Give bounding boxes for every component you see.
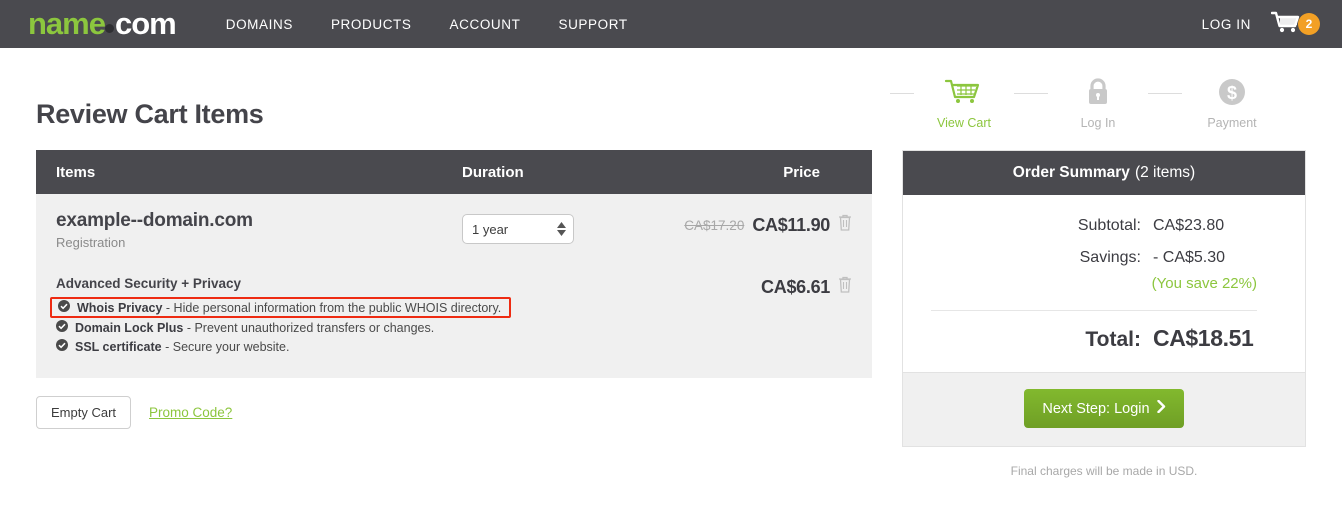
cart-step-icon bbox=[914, 74, 1014, 110]
step-log-in[interactable]: Log In bbox=[1048, 74, 1148, 130]
promo-code-link[interactable]: Promo Code? bbox=[149, 405, 232, 420]
order-summary-footer: Next Step: Login bbox=[903, 372, 1305, 446]
summary-divider bbox=[931, 310, 1257, 311]
domain-name: example--domain.com bbox=[56, 210, 253, 231]
total-row: Total: CA$18.51 bbox=[923, 325, 1257, 352]
domain-price: CA$11.90 bbox=[752, 214, 830, 235]
cart-row-domain: example--domain.com Registration 1 year bbox=[56, 210, 852, 250]
site-logo[interactable]: name com bbox=[28, 6, 177, 42]
main-content: Items Duration Price example--domain.com… bbox=[0, 130, 1342, 478]
nav-link-domains[interactable]: DOMAINS bbox=[226, 17, 293, 32]
dollar-step-icon: $ bbox=[1182, 74, 1282, 110]
cart-column: Items Duration Price example--domain.com… bbox=[36, 150, 872, 478]
logo-com-text: com bbox=[114, 6, 177, 41]
feature-desc: - Hide personal information from the pub… bbox=[162, 300, 502, 315]
feature-desc: - Secure your website. bbox=[161, 339, 290, 354]
step-connector-1 bbox=[1014, 93, 1048, 94]
nav-right-group: LOG IN 2 bbox=[1202, 10, 1320, 39]
checkout-progress-steps: View Cart Log In $ Payment bbox=[890, 74, 1282, 130]
order-summary-item-count: (2 items) bbox=[1134, 164, 1196, 181]
step-label-view-cart: View Cart bbox=[937, 116, 991, 130]
cart-item-count-badge: 2 bbox=[1298, 13, 1320, 35]
page-title: Review Cart Items bbox=[36, 99, 264, 129]
nav-link-products[interactable]: PRODUCTS bbox=[331, 17, 412, 32]
security-price: CA$6.61 bbox=[761, 276, 830, 297]
check-circle-icon bbox=[58, 300, 70, 315]
security-details: Advanced Security + Privacy Whois Privac… bbox=[50, 276, 702, 356]
step-payment[interactable]: $ Payment bbox=[1182, 74, 1282, 130]
check-circle-icon bbox=[56, 320, 68, 335]
order-summary-body: Subtotal: CA$23.80 Savings: - CA$5.30 (Y… bbox=[903, 195, 1305, 372]
cart-action-buttons: Empty Cart Promo Code? bbox=[36, 396, 872, 429]
cart-table-header: Items Duration Price bbox=[36, 150, 872, 194]
login-link[interactable]: LOG IN bbox=[1202, 17, 1251, 32]
security-feature-domain-lock-plus[interactable]: Domain Lock Plus - Prevent unauthorized … bbox=[56, 318, 702, 337]
feature-name: Whois Privacy bbox=[77, 300, 163, 315]
order-summary-box: Order Summary (2 items) Subtotal: CA$23.… bbox=[902, 150, 1306, 447]
security-feature-label: Whois Privacy - Hide personal informatio… bbox=[77, 301, 501, 315]
domain-item-cell: example--domain.com Registration bbox=[56, 210, 462, 250]
subtotal-label: Subtotal: bbox=[1077, 217, 1141, 234]
column-header-price: Price bbox=[783, 163, 820, 181]
nav-link-support[interactable]: SUPPORT bbox=[558, 17, 627, 32]
feature-name: SSL certificate bbox=[75, 339, 162, 354]
security-feature-whois-privacy[interactable]: Whois Privacy - Hide personal informatio… bbox=[50, 297, 512, 318]
order-summary-title: Order Summary bbox=[1012, 164, 1130, 181]
logo-name-text: name bbox=[28, 6, 106, 41]
next-step-label: Next Step: Login bbox=[1042, 400, 1150, 417]
step-connector-start bbox=[890, 93, 914, 94]
domain-price-cell: CA$17.20 CA$11.90 bbox=[684, 210, 852, 236]
column-header-items: Items bbox=[56, 163, 96, 181]
duration-select[interactable]: 1 year bbox=[462, 214, 574, 244]
page-header-row: Review Cart Items View Cart Log In $ Pay… bbox=[0, 48, 1342, 130]
security-feature-label: SSL certificate - Secure your website. bbox=[75, 340, 289, 354]
step-label-log-in: Log In bbox=[1080, 116, 1116, 130]
chevron-right-icon bbox=[1156, 399, 1166, 417]
column-header-duration: Duration bbox=[462, 163, 524, 181]
logo-dot-icon bbox=[104, 24, 114, 33]
domain-old-price: CA$17.20 bbox=[684, 217, 745, 233]
next-step-login-button[interactable]: Next Step: Login bbox=[1024, 389, 1184, 428]
order-summary-header: Order Summary (2 items) bbox=[903, 151, 1305, 195]
security-feature-label: Domain Lock Plus - Prevent unauthorized … bbox=[75, 321, 434, 335]
domain-subtitle: Registration bbox=[56, 235, 126, 250]
cart-button[interactable]: 2 bbox=[1270, 10, 1320, 39]
duration-select-wrapper: 1 year bbox=[462, 214, 574, 244]
total-label: Total: bbox=[1085, 328, 1141, 351]
savings-value: - CA$5.30 bbox=[1153, 249, 1226, 266]
total-value: CA$18.51 bbox=[1153, 325, 1254, 351]
remove-domain-trash-icon[interactable] bbox=[838, 214, 852, 236]
savings-row: Savings: - CA$5.30 bbox=[923, 249, 1257, 267]
top-navigation-bar: name com DOMAINS PRODUCTS ACCOUNT SUPPOR… bbox=[0, 0, 1342, 48]
svg-text:$: $ bbox=[1227, 83, 1237, 103]
savings-percent-note: (You save 22%) bbox=[1151, 275, 1257, 292]
subtotal-row: Subtotal: CA$23.80 bbox=[923, 217, 1257, 235]
step-view-cart[interactable]: View Cart bbox=[914, 74, 1014, 130]
step-connector-2 bbox=[1148, 93, 1182, 94]
remove-security-trash-icon[interactable] bbox=[838, 276, 852, 298]
feature-name: Domain Lock Plus bbox=[75, 320, 184, 335]
security-price-cell: CA$6.61 bbox=[702, 276, 852, 298]
cart-page: name com DOMAINS PRODUCTS ACCOUNT SUPPOR… bbox=[0, 0, 1342, 516]
lock-step-icon bbox=[1048, 74, 1148, 110]
check-circle-icon bbox=[56, 339, 68, 354]
order-summary-column: Order Summary (2 items) Subtotal: CA$23.… bbox=[902, 150, 1306, 478]
cart-table-body: example--domain.com Registration 1 year bbox=[36, 194, 872, 378]
feature-desc: - Prevent unauthorized transfers or chan… bbox=[183, 320, 435, 335]
security-feature-ssl-certificate[interactable]: SSL certificate - Secure your website. bbox=[56, 337, 702, 356]
security-title: Advanced Security + Privacy bbox=[56, 276, 241, 291]
step-label-payment: Payment bbox=[1207, 116, 1257, 130]
cart-row-security: Advanced Security + Privacy Whois Privac… bbox=[50, 276, 852, 356]
duration-cell: 1 year bbox=[462, 210, 702, 244]
nav-link-account[interactable]: ACCOUNT bbox=[450, 17, 521, 32]
subtotal-value: CA$23.80 bbox=[1153, 217, 1225, 234]
savings-label: Savings: bbox=[1079, 249, 1141, 266]
empty-cart-button[interactable]: Empty Cart bbox=[36, 396, 132, 429]
main-nav-links: DOMAINS PRODUCTS ACCOUNT SUPPORT bbox=[226, 17, 628, 32]
final-charges-note: Final charges will be made in USD. bbox=[1010, 464, 1198, 478]
